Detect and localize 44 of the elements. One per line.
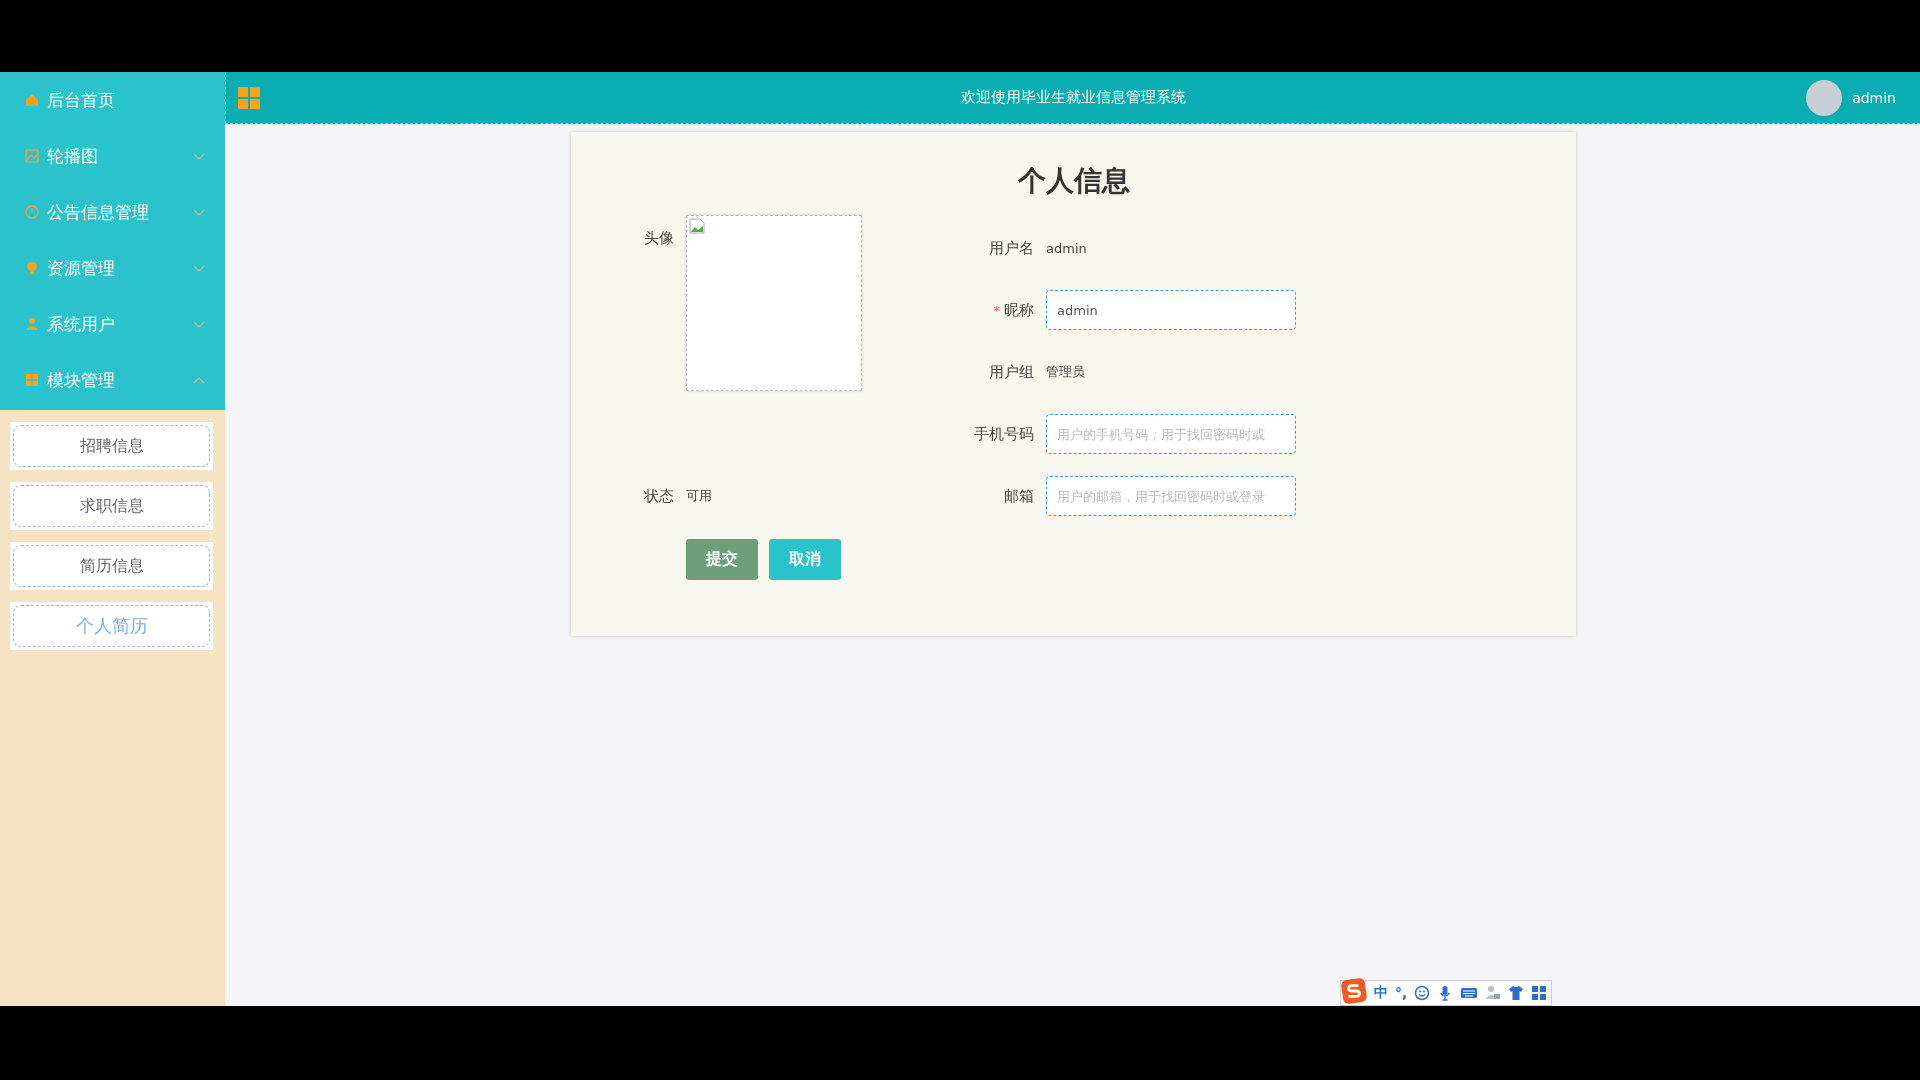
input-mode-toggle[interactable]: 中	[1374, 984, 1388, 1002]
field-label: 用户名	[989, 238, 1034, 258]
field-value: 可用	[686, 487, 713, 505]
field-label: 用户组	[989, 362, 1034, 382]
input-field[interactable]: admin	[1046, 290, 1296, 330]
broken-image-icon	[689, 218, 705, 234]
grid-icon	[25, 373, 39, 387]
info-icon	[25, 205, 39, 219]
home-icon	[25, 93, 39, 107]
grid-icon[interactable]	[1531, 985, 1548, 1001]
sidebar-item[interactable]: 后台首页	[0, 72, 225, 128]
field-label: 手机号码	[974, 424, 1034, 444]
form-title: 个人信息	[1016, 163, 1131, 199]
bulb-icon	[25, 261, 39, 275]
user-icon	[25, 317, 39, 331]
submenu-item[interactable]: 招聘信息	[13, 425, 210, 467]
input-field[interactable]: 用户的手机号码，用于找回密码时或	[1046, 414, 1296, 454]
required-asterisk: *	[993, 302, 1000, 318]
field-value: 管理员	[1046, 363, 1086, 381]
input-field[interactable]: 用户的邮箱，用于找回密码时或登录	[1046, 476, 1296, 516]
sidebar-item[interactable]: 轮播图	[0, 128, 225, 184]
punctuation-toggle[interactable]: °,	[1395, 985, 1408, 1001]
sidebar-item[interactable]: 资源管理	[0, 240, 225, 296]
sidebar-item[interactable]: 模块管理	[0, 352, 225, 408]
shirt-icon[interactable]	[1508, 985, 1525, 1001]
submit-button[interactable]: 提交	[686, 538, 758, 580]
submenu-item[interactable]: 求职信息	[13, 485, 210, 527]
smiley-icon[interactable]	[1414, 985, 1431, 1001]
field-label: 邮箱	[1004, 486, 1034, 506]
submenu-item[interactable]: 简历信息	[13, 545, 210, 587]
field-label: * 昵称	[993, 300, 1034, 320]
image-icon	[25, 149, 39, 163]
user-name[interactable]: admin	[1852, 89, 1896, 106]
page-title: 欢迎使用毕业生就业信息管理系统	[960, 88, 1186, 107]
s-logo-icon[interactable]	[1341, 978, 1367, 1004]
sidebar-item[interactable]: 系统用户	[0, 296, 225, 352]
field-label: 状态	[644, 486, 674, 506]
keyboard-icon[interactable]	[1460, 986, 1479, 1000]
cancel-button[interactable]: 取消	[769, 538, 841, 580]
person-icon[interactable]	[1485, 985, 1502, 1001]
field-value: admin	[1046, 240, 1088, 256]
sidebar-item[interactable]: 公告信息管理	[0, 184, 225, 240]
submenu-item[interactable]: 个人简历	[13, 605, 210, 647]
field-label: 头像	[644, 229, 674, 248]
